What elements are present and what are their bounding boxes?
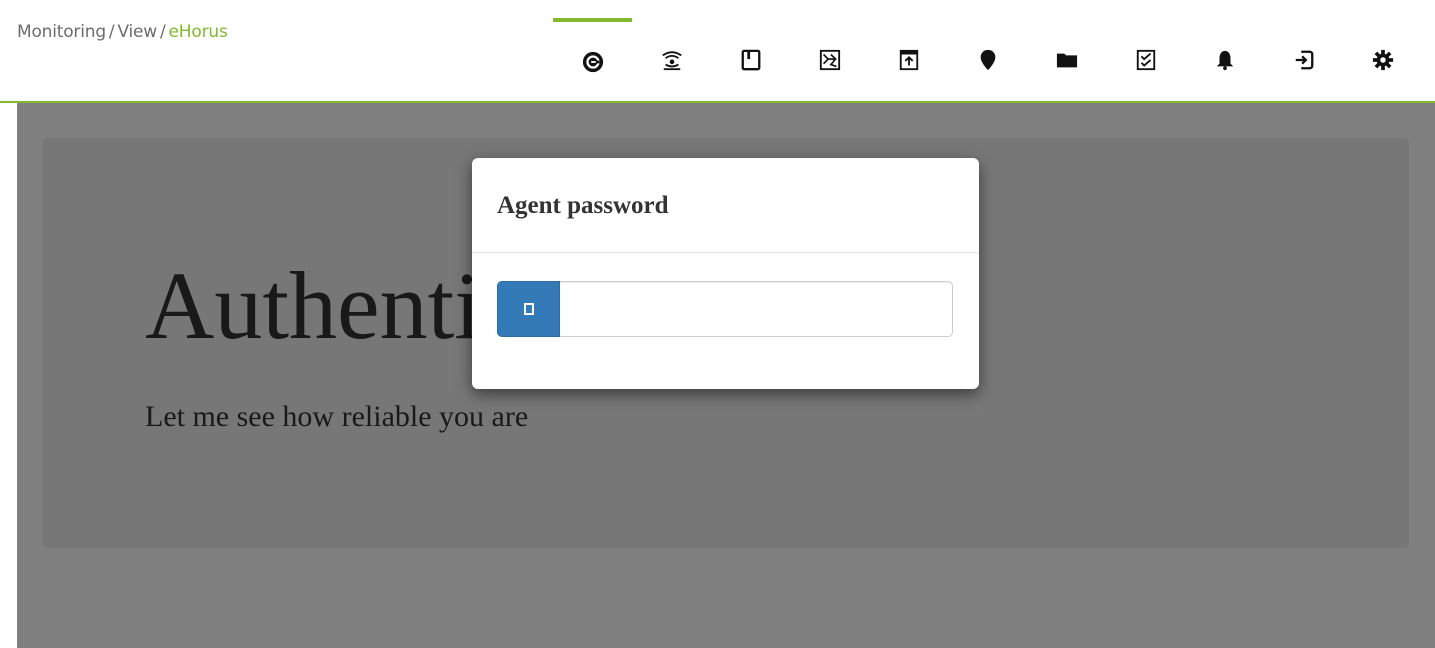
tab-ehorus[interactable]	[553, 18, 632, 101]
breadcrumb-item-monitoring[interactable]: Monitoring	[17, 22, 106, 42]
modal-header: Agent password	[472, 158, 979, 253]
password-input-group	[497, 281, 953, 337]
tab-location[interactable]	[948, 18, 1027, 101]
tab-chart[interactable]	[790, 18, 869, 101]
network-icon	[661, 50, 682, 70]
eye-icon	[523, 303, 534, 315]
modal-title: Agent password	[497, 192, 669, 219]
book-icon	[741, 49, 760, 70]
gear-icon	[1372, 49, 1393, 70]
agent-password-modal: Agent password	[472, 158, 979, 389]
tab-network[interactable]	[632, 18, 711, 101]
tab-module[interactable]	[869, 18, 948, 101]
bell-icon	[1216, 50, 1233, 70]
chart-icon	[819, 49, 840, 70]
checklist-icon	[1136, 49, 1155, 70]
location-pin-icon	[980, 49, 995, 70]
ehorus-icon	[582, 51, 603, 72]
module-icon	[899, 49, 918, 70]
folder-icon	[1056, 53, 1077, 67]
tab-folder[interactable]	[1027, 18, 1106, 101]
login-icon	[1295, 50, 1313, 69]
tab-settings[interactable]	[1343, 18, 1422, 101]
breadcrumb-current: eHorus	[168, 22, 228, 42]
password-input[interactable]	[560, 281, 953, 337]
breadcrumb-separator: /	[108, 22, 115, 42]
breadcrumb-item-view[interactable]: View	[117, 22, 157, 42]
show-password-button[interactable]	[497, 281, 560, 337]
breadcrumb: Monitoring / View / eHorus	[17, 22, 228, 42]
tab-checklist[interactable]	[1106, 18, 1185, 101]
header: Monitoring / View / eHorus	[0, 0, 1435, 103]
page: Monitoring / View / eHorus Agent passwor…	[0, 0, 1435, 648]
breadcrumb-separator: /	[160, 22, 166, 42]
tab-alerts[interactable]	[1185, 18, 1264, 101]
tab-book[interactable]	[711, 18, 790, 101]
tab-bar	[553, 18, 1422, 101]
tab-login[interactable]	[1264, 18, 1343, 101]
